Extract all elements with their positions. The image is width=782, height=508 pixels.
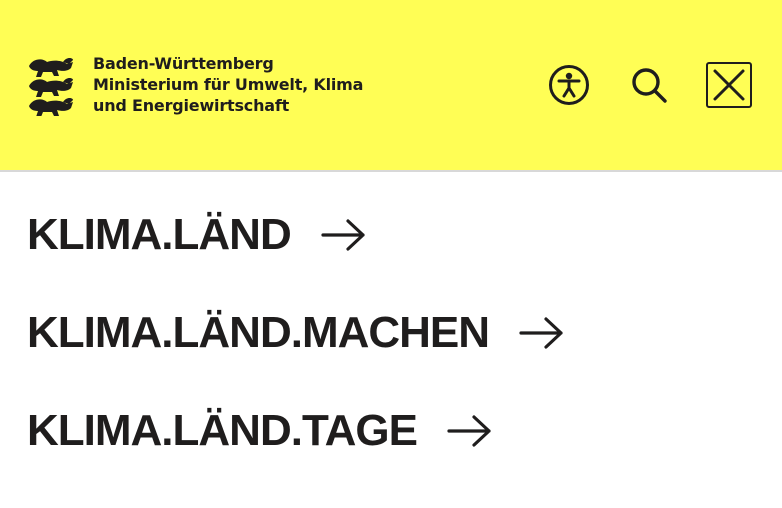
- menu-item-klima-laend[interactable]: KLIMA.LÄND: [27, 210, 367, 260]
- org-line-2: Ministerium für Umwelt, Klima: [93, 74, 364, 94]
- coat-of-arms-icon: [29, 58, 73, 116]
- accessibility-icon: [549, 65, 589, 105]
- menu-item-label: KLIMA.LÄND: [27, 210, 292, 259]
- org-line-1: Baden-Württemberg: [93, 53, 274, 73]
- close-menu-button[interactable]: [706, 62, 752, 108]
- menu-item-klima-laend-tage[interactable]: KLIMA.LÄND.TAGE: [27, 406, 493, 456]
- arrow-right-icon: [519, 317, 563, 349]
- close-icon: [713, 69, 745, 101]
- arrow-right-icon: [447, 415, 491, 447]
- menu-item-label: KLIMA.LÄND.MACHEN: [27, 308, 490, 357]
- site-header: Baden-Württemberg Ministerium für Umwelt…: [0, 0, 782, 172]
- arrow-right-icon: [321, 219, 365, 251]
- org-line-3: und Energiewirtschaft: [93, 95, 290, 115]
- header-actions: [546, 61, 752, 109]
- search-icon: [632, 68, 667, 103]
- menu-item-label: KLIMA.LÄND.TAGE: [27, 406, 418, 455]
- menu-item-klima-laend-machen[interactable]: KLIMA.LÄND.MACHEN: [27, 308, 565, 358]
- accessibility-button[interactable]: [546, 61, 592, 109]
- brand-logo[interactable]: Baden-Württemberg Ministerium für Umwelt…: [27, 52, 363, 116]
- search-button[interactable]: [626, 61, 672, 109]
- organization-name: Baden-Württemberg Ministerium für Umwelt…: [93, 53, 363, 116]
